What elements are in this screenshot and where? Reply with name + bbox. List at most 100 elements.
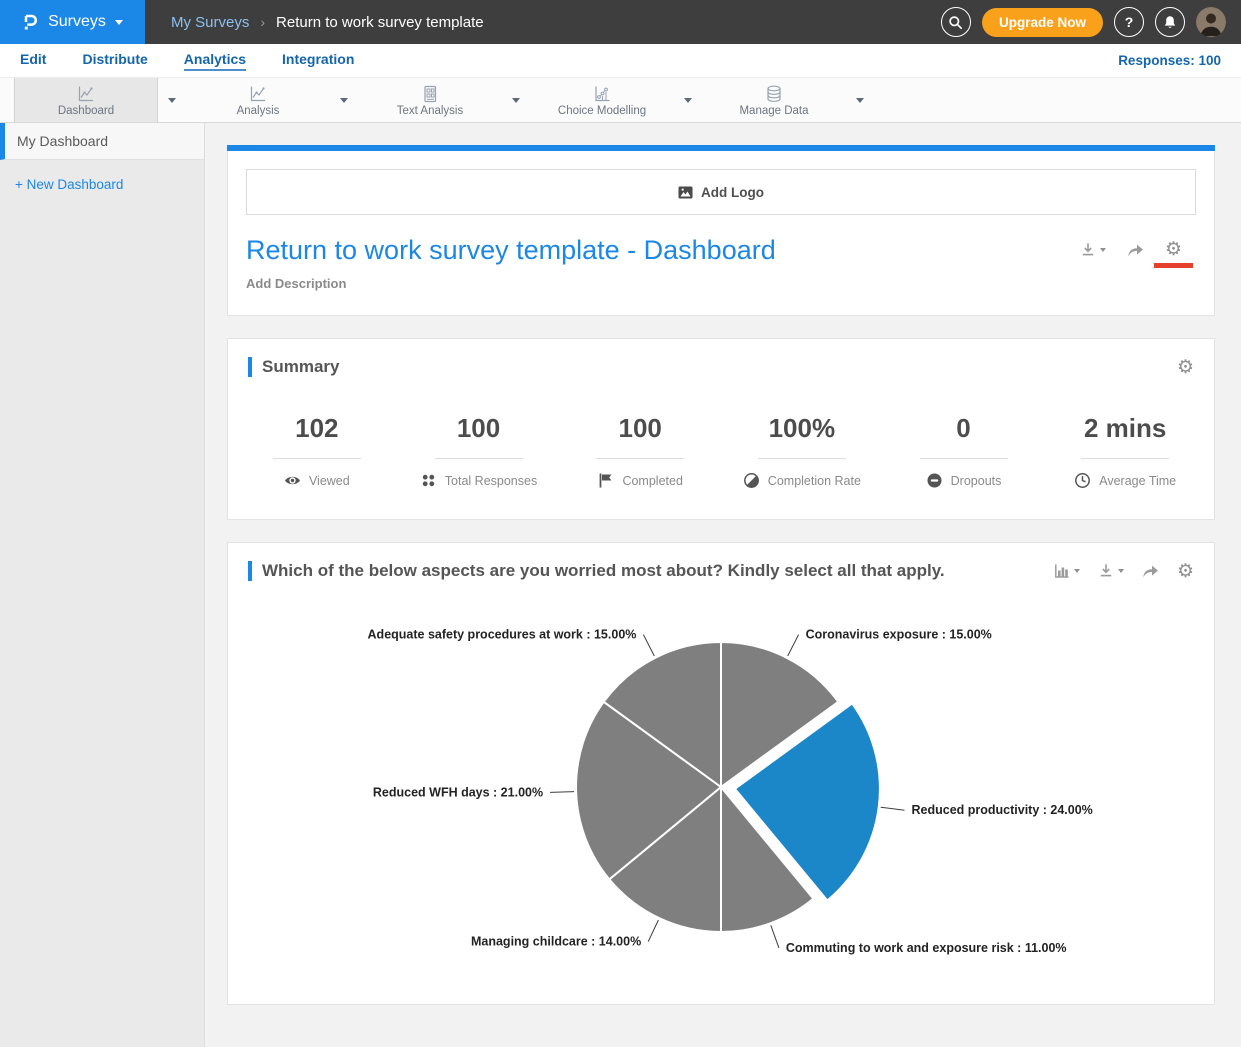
chevron-down-icon (115, 20, 123, 25)
question-settings-button[interactable]: ⚙ (1177, 562, 1194, 581)
accent-bar (248, 357, 252, 377)
toolbar-manage-data-caret[interactable] (846, 78, 874, 122)
pie-label-reduced-productivity: Reduced productivity : 24.00% (912, 803, 1093, 817)
responses-count: Responses: 100 (1118, 53, 1221, 68)
avatar[interactable] (1196, 7, 1226, 37)
upgrade-now-button[interactable]: Upgrade Now (982, 8, 1103, 37)
page-title: Return to work survey template - Dashboa… (246, 235, 776, 266)
pie-label-adequate-safety-procedures-at-work: Adequate safety procedures at work : 15.… (368, 628, 637, 642)
help-button[interactable]: ? (1114, 7, 1144, 37)
settings-button[interactable]: ⚙ (1165, 240, 1182, 259)
pie-label-commuting-to-work-and-exposure-risk: Commuting to work and exposure risk : 11… (786, 941, 1067, 955)
database-icon (764, 84, 784, 104)
half-circle-icon (743, 472, 760, 489)
stat-value: 0 (883, 413, 1045, 444)
search-button[interactable] (941, 7, 971, 37)
dashboard-header-card: Add Logo Return to work survey template … (227, 151, 1215, 316)
divider (596, 458, 684, 459)
pie-chart-svg: Coronavirus exposure : 15.00% Reduced pro… (228, 589, 1214, 999)
chevron-down-icon (684, 98, 692, 103)
divider (920, 458, 1008, 459)
red-highlight-marker (1154, 263, 1193, 268)
chevron-down-icon (856, 98, 864, 103)
tab-analytics[interactable]: Analytics (184, 51, 246, 71)
breadcrumb-my-surveys[interactable]: My Surveys (171, 14, 249, 31)
toolbar-text-analysis[interactable]: Text Analysis (358, 78, 502, 122)
divider (1081, 458, 1169, 459)
stat-average-time: 2 minsAverage Time (1044, 413, 1206, 489)
pie-leader-line (881, 807, 905, 810)
toolbar-choice-modelling-caret[interactable] (674, 78, 702, 122)
image-icon (678, 186, 693, 199)
chart-type-button[interactable] (1053, 562, 1080, 580)
toolbar-analysis-caret[interactable] (330, 78, 358, 122)
tab-edit[interactable]: Edit (20, 51, 46, 71)
question-mark-icon: ? (1125, 14, 1134, 30)
tab-distribute[interactable]: Distribute (82, 51, 147, 71)
flag-icon (597, 472, 614, 489)
question-title: Which of the below aspects are you worri… (262, 561, 945, 581)
share-icon (1141, 563, 1160, 579)
add-logo-button[interactable]: Add Logo (246, 169, 1196, 215)
download-button[interactable] (1079, 241, 1106, 259)
survey-tab-bar: Edit Distribute Analytics Integration Respo… (0, 44, 1241, 78)
eye-icon (284, 472, 301, 489)
toolbar-dashboard[interactable]: Dashboard (14, 78, 158, 122)
summary-card: Summary ⚙ 102Viewed100Total Responses100… (227, 338, 1215, 520)
toolbar-label: Choice Modelling (558, 105, 646, 117)
questionpro-logo-icon (22, 13, 39, 32)
stat-completed: 100Completed (559, 413, 721, 489)
dots-grid-icon (420, 472, 437, 489)
toolbar-label: Manage Data (739, 105, 808, 117)
chevron-down-icon (1118, 569, 1124, 573)
question-download-button[interactable] (1097, 562, 1124, 580)
toolbar-choice-modelling[interactable]: Choice Modelling (530, 78, 674, 122)
gear-icon: ⚙ (1165, 240, 1182, 259)
bell-icon (1163, 15, 1177, 30)
divider (273, 458, 361, 459)
summary-settings-button[interactable]: ⚙ (1177, 358, 1194, 377)
stat-completion-rate: 100% Completion Rate (721, 413, 883, 489)
navbar-actions: Upgrade Now ? (941, 7, 1241, 37)
tab-integration[interactable]: Integration (282, 51, 354, 71)
chevron-down-icon (1074, 569, 1080, 573)
share-icon (1126, 242, 1145, 258)
pie-chart: Coronavirus exposure : 15.00% Reduced pro… (228, 581, 1214, 1004)
toolbar-label: Dashboard (58, 105, 114, 117)
pie-label-coronavirus-exposure: Coronavirus exposure : 15.00% (806, 628, 992, 642)
analytics-toolbar: Dashboard Analysis Text Analysis Choice Mod… (0, 78, 1241, 123)
stat-label: Dropouts (951, 474, 1002, 488)
add-logo-label: Add Logo (701, 185, 764, 200)
scatter-chart-icon (592, 84, 612, 104)
brand-label: Surveys (48, 13, 106, 31)
dashboard-sidebar: My Dashboard + New Dashboard (0, 123, 205, 1047)
pie-label-managing-childcare: Managing childcare : 14.00% (471, 935, 641, 949)
stat-value: 2 mins (1044, 413, 1206, 444)
share-button[interactable] (1126, 242, 1145, 258)
question-share-button[interactable] (1141, 563, 1160, 579)
toolbar-manage-data[interactable]: Manage Data (702, 78, 846, 122)
add-description-button[interactable]: Add Description (246, 276, 1196, 291)
search-icon (948, 15, 963, 30)
stat-value: 100% (721, 413, 883, 444)
new-dashboard-button[interactable]: + New Dashboard (0, 160, 204, 209)
brand-menu[interactable]: Surveys (0, 0, 145, 44)
pie-label-reduced-wfh-days: Reduced WFH days : 21.00% (373, 785, 543, 799)
download-icon (1097, 562, 1115, 580)
minus-circle-icon (926, 472, 943, 489)
top-navbar: Surveys My Surveys › Return to work surv… (0, 0, 1241, 44)
toolbar-analysis[interactable]: Analysis (186, 78, 330, 122)
stat-label: Completed (622, 474, 682, 488)
sidebar-item-my-dashboard[interactable]: My Dashboard (0, 123, 204, 160)
notifications-button[interactable] (1155, 7, 1185, 37)
toolbar-dashboard-caret[interactable] (158, 78, 186, 122)
divider (435, 458, 523, 459)
stat-dropouts: 0 Dropouts (883, 413, 1045, 489)
toolbar-text-analysis-caret[interactable] (502, 78, 530, 122)
stat-label: Viewed (309, 474, 350, 488)
toolbar-label: Analysis (237, 105, 280, 117)
bar-chart-icon (1053, 562, 1071, 580)
divider (758, 458, 846, 459)
stat-label: Completion Rate (768, 474, 861, 488)
pie-leader-line (771, 925, 779, 948)
